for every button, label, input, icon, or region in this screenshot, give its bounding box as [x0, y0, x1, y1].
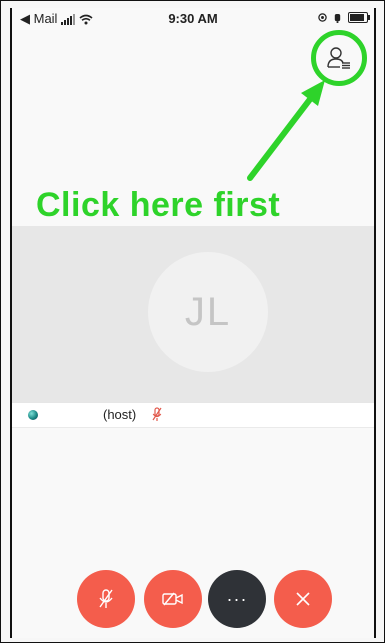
location-icon	[318, 13, 327, 22]
microphone-muted-icon	[99, 589, 113, 608]
mute-button[interactable]	[77, 570, 135, 628]
close-icon	[296, 592, 310, 606]
participant-avatar: JL	[148, 252, 268, 372]
participant-name-bar: (host)	[12, 402, 374, 428]
microphone-muted-icon	[152, 407, 162, 421]
participants-list-icon	[327, 47, 350, 69]
network-status-icon	[28, 410, 38, 420]
screenshot-frame: ◀ Mail 9:30 AM Click here first JL (host…	[0, 0, 385, 643]
meeting-screen: ◀ Mail 9:30 AM Click here first JL (host…	[10, 8, 376, 638]
leave-meeting-button[interactable]	[274, 570, 332, 628]
more-options-button[interactable]: ···	[208, 570, 266, 628]
battery-icon	[348, 12, 370, 23]
video-button[interactable]	[144, 570, 202, 628]
status-right	[318, 12, 370, 23]
video-area: JL	[12, 226, 374, 402]
alarm-icon	[334, 13, 341, 23]
more-dots-icon: ···	[226, 589, 248, 609]
instruction-callout: Click here first	[36, 186, 281, 224]
participants-button[interactable]	[311, 30, 367, 86]
video-off-icon	[162, 592, 183, 606]
host-label: (host)	[103, 407, 137, 422]
meeting-controls: ···	[12, 570, 374, 634]
status-bar: ◀ Mail 9:30 AM	[12, 8, 374, 30]
